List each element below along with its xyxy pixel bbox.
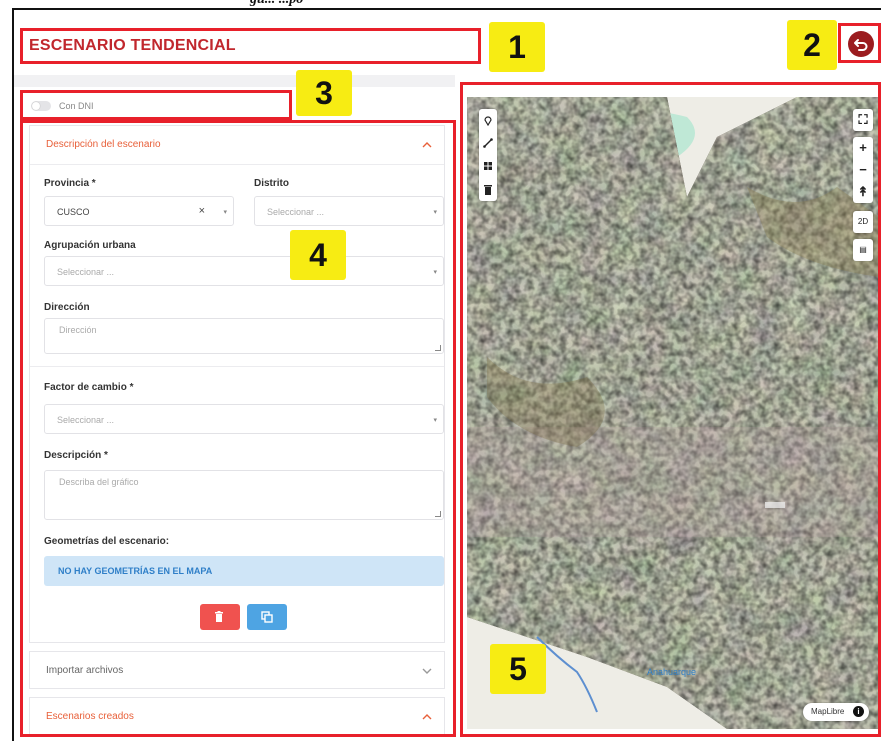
badge-4: 4 (290, 230, 346, 280)
direccion-input[interactable]: Dirección (44, 318, 444, 354)
con-dni-toggle[interactable] (31, 101, 51, 111)
fullscreen-icon: ⛶ (858, 112, 868, 127)
factor-label: Factor de cambio * (44, 382, 134, 393)
copy-icon (261, 611, 273, 623)
zoom-out-button[interactable]: − (853, 159, 873, 181)
provincia-value: CUSCO (57, 207, 90, 217)
caret-down-icon: ▾ (223, 209, 227, 216)
no-geometries-alert: NO HAY GEOMETRÍAS EN EL MAPA (44, 556, 444, 586)
badge-2: 2 (787, 20, 837, 70)
created-scenarios-panel[interactable]: Escenarios creados (29, 697, 445, 734)
map-view[interactable]: ⛶ + − ↟ 2D ▤ Anahuarque MapLibre i (467, 97, 878, 729)
description-panel-header[interactable]: Descripción del escenario (30, 126, 444, 164)
agrupacion-select[interactable]: Seleccionar ... ▾ (44, 256, 444, 286)
fullscreen-control[interactable]: ⛶ (853, 109, 873, 131)
info-icon[interactable]: i (853, 706, 864, 717)
page-title: ESCENARIO TENDENCIAL (29, 37, 236, 54)
trash-icon (484, 185, 492, 195)
map-highlight-box: ⛶ + − ↟ 2D ▤ Anahuarque MapLibre i (460, 82, 881, 737)
distrito-label: Distrito (254, 178, 289, 189)
chevron-up-icon (422, 714, 432, 720)
caret-down-icon: ▾ (433, 269, 437, 276)
terrain-mode-control[interactable]: 2D (853, 211, 873, 233)
map-attribution[interactable]: MapLibre i (803, 703, 869, 721)
attribution-text: MapLibre (811, 707, 845, 716)
layers-control[interactable]: ▤ (853, 239, 873, 261)
import-panel-title: Importar archivos (46, 665, 124, 676)
descripcion-label: Descripción * (44, 450, 108, 461)
provincia-select[interactable]: CUSCO × ▾ (44, 196, 234, 226)
con-dni-label: Con DNI (59, 101, 94, 111)
chevron-down-icon (422, 668, 432, 674)
section-divider (30, 366, 444, 367)
layers-icon: ▤ (859, 245, 867, 254)
draw-point-button[interactable] (479, 109, 497, 132)
line-icon (483, 138, 493, 148)
panel-divider (30, 164, 444, 165)
agrupacion-label: Agrupación urbana (44, 240, 136, 251)
draw-toolbar (479, 109, 497, 201)
agrupacion-placeholder: Seleccionar ... (57, 267, 115, 277)
title-highlight-box: ESCENARIO TENDENCIAL (20, 28, 481, 64)
caption-text: gu... ...po (250, 0, 303, 8)
no-geometries-text: NO HAY GEOMETRÍAS EN EL MAPA (58, 566, 213, 576)
distrito-select[interactable]: Seleccionar ... ▾ (254, 196, 444, 226)
factor-select[interactable]: Seleccionar ... ▾ (44, 404, 444, 434)
caret-down-icon: ▾ (433, 417, 437, 424)
zoom-in-button[interactable]: + (853, 137, 873, 159)
badge-3: 3 (296, 70, 352, 116)
delete-drawing-button[interactable] (479, 178, 497, 201)
description-panel: Descripción del escenario Provincia * CU… (29, 125, 445, 643)
descripcion-input[interactable]: Describa del gráfico (44, 470, 444, 520)
toggle-highlight-box: Con DNI (20, 90, 292, 120)
top-caption-fragment: gu... ...po (20, 0, 620, 8)
navigation-control: + − ↟ (853, 137, 873, 203)
geometrias-label: Geometrías del escenario: (44, 536, 170, 547)
satellite-terrain (467, 97, 878, 729)
caret-down-icon: ▾ (433, 209, 437, 216)
resize-grip-icon[interactable] (435, 511, 441, 517)
descripcion-placeholder: Describa del gráfico (59, 477, 139, 487)
draw-polygon-button[interactable] (479, 155, 497, 178)
distrito-placeholder: Seleccionar ... (267, 207, 325, 217)
map-pin-icon (484, 116, 492, 126)
back-highlight-box (838, 23, 881, 63)
factor-placeholder: Seleccionar ... (57, 415, 115, 425)
duplicate-button[interactable] (247, 604, 287, 630)
chevron-up-icon (422, 142, 432, 148)
undo-icon (854, 39, 868, 51)
delete-button[interactable] (200, 604, 240, 630)
back-button[interactable] (848, 31, 874, 57)
badge-1: 1 (489, 22, 545, 72)
resize-grip-icon[interactable] (435, 345, 441, 351)
direccion-label: Dirección (44, 302, 90, 313)
mode-2d-button[interactable]: 2D (853, 211, 873, 233)
clear-icon[interactable]: × (199, 205, 205, 217)
provincia-label: Provincia * (44, 178, 96, 189)
toolbar-strip (14, 75, 455, 87)
trash-icon (215, 611, 223, 622)
scenario-form-highlight-box: Descripción del escenario Provincia * CU… (20, 120, 456, 737)
import-panel[interactable]: Importar archivos (29, 651, 445, 689)
description-panel-title: Descripción del escenario (46, 139, 161, 150)
compass-button[interactable]: ↟ (853, 181, 873, 203)
direccion-placeholder: Dirección (59, 325, 97, 335)
polygon-icon (484, 162, 492, 170)
place-label: Anahuarque (647, 667, 697, 677)
created-scenarios-title: Escenarios creados (46, 711, 134, 722)
draw-line-button[interactable] (479, 132, 497, 155)
badge-5: 5 (490, 644, 546, 694)
